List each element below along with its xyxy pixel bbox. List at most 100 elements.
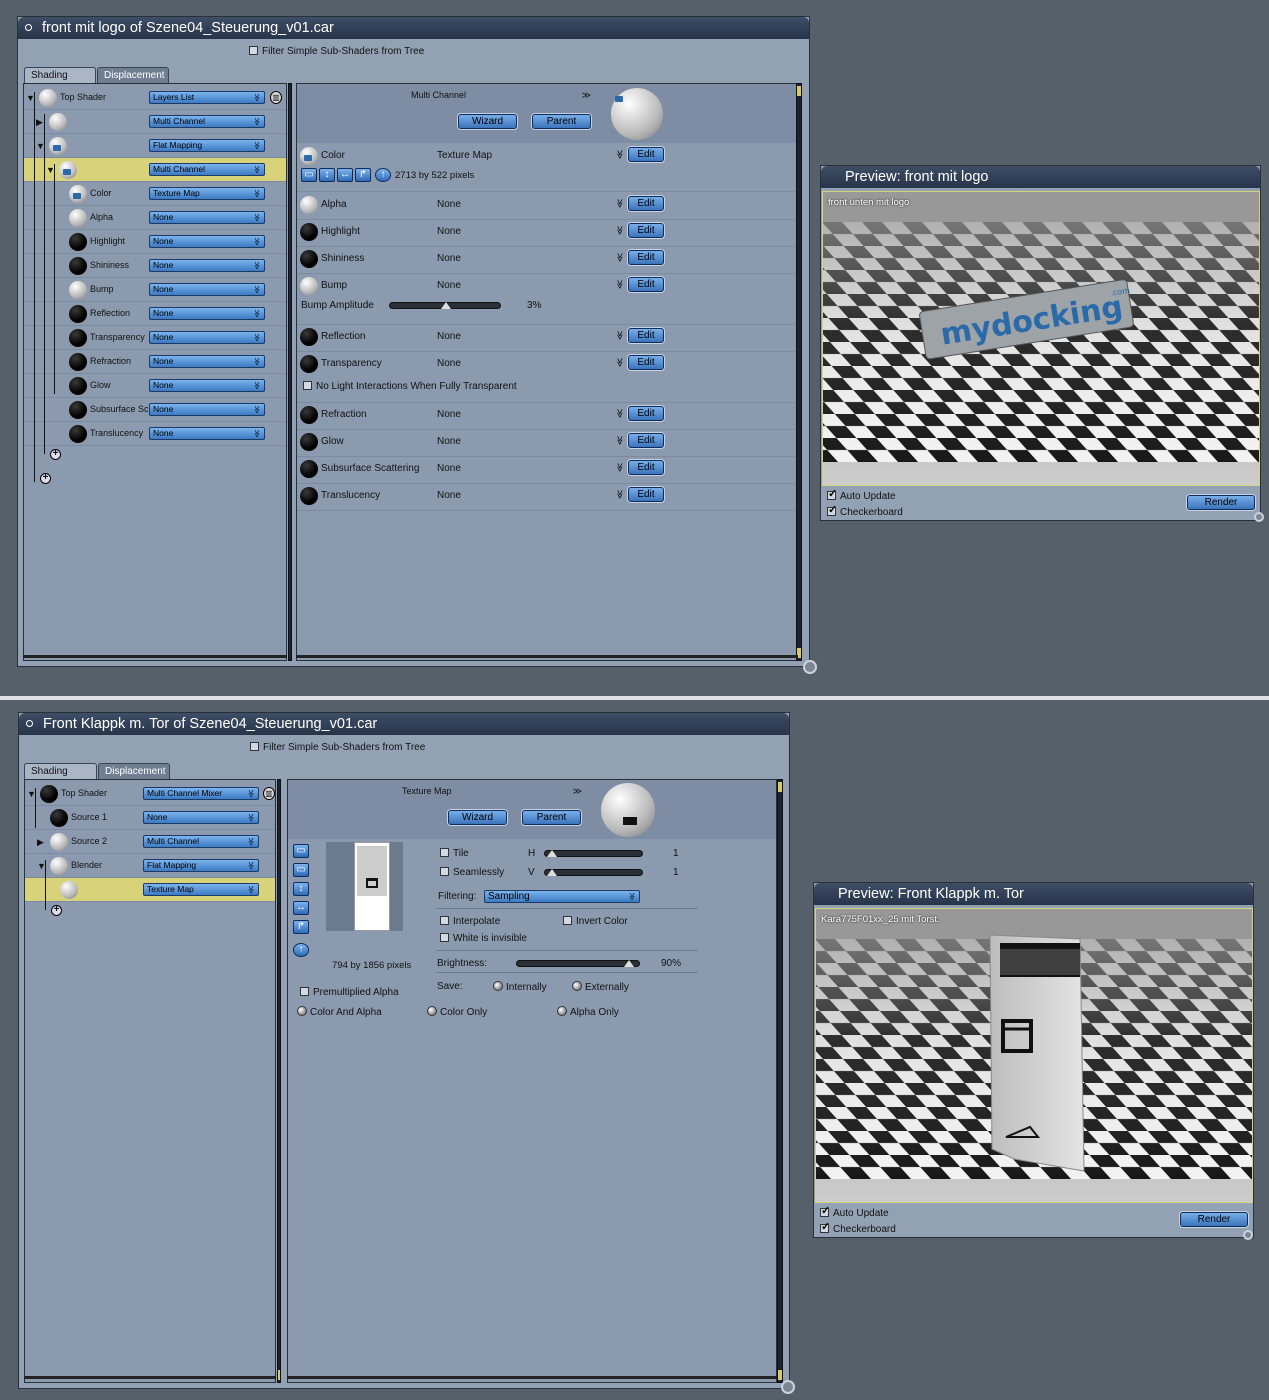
tree-node-dropdown[interactable]: None: [149, 427, 265, 440]
channel-label[interactable]: Shininess: [321, 253, 364, 264]
tree-node[interactable]: Reflection None: [24, 302, 286, 326]
resize-grip-icon[interactable]: [1254, 512, 1264, 522]
resize-grip-icon[interactable]: [803, 660, 817, 674]
edit-button[interactable]: Edit: [628, 250, 664, 265]
channel-label[interactable]: Highlight: [321, 226, 360, 237]
tab-shading[interactable]: Shading: [24, 763, 97, 779]
tree-node-label[interactable]: Bump: [90, 284, 114, 294]
shader-ball-icon[interactable]: [69, 185, 87, 203]
preview-title-bar[interactable]: Preview: Front Klappk m. Tor: [814, 883, 1253, 905]
expand-toggle-icon[interactable]: ▶: [36, 117, 43, 128]
dropdown-arrow-icon[interactable]: ≫: [614, 226, 625, 235]
tree-node[interactable]: Texture Map: [25, 878, 275, 902]
upload-icon[interactable]: ↑: [293, 943, 309, 957]
dropdown-arrow-icon[interactable]: ≫: [614, 436, 625, 445]
filter-checkbox[interactable]: Filter Simple Sub-Shaders from Tree: [250, 742, 425, 753]
shader-ball-icon[interactable]: [69, 305, 87, 323]
flip-horizontal-icon[interactable]: ↔: [293, 901, 309, 915]
tree-hscrollbar[interactable]: [24, 1376, 276, 1379]
channel-label[interactable]: Alpha: [321, 199, 347, 210]
channel-ball-icon[interactable]: [300, 460, 318, 478]
tree-node-dropdown[interactable]: None: [149, 307, 265, 320]
shader-ball-icon[interactable]: [69, 329, 87, 347]
channel-row[interactable]: Transparency None ≫ Edit: [297, 352, 797, 403]
tree-node[interactable]: ▼Top ShaderLayers List▥: [24, 86, 286, 110]
channel-value-dropdown[interactable]: None: [437, 199, 627, 210]
channel-row[interactable]: Shininess None ≫ Edit: [297, 247, 797, 274]
channel-row[interactable]: Refraction None ≫ Edit: [297, 403, 797, 430]
tree-node-dropdown[interactable]: None: [149, 283, 265, 296]
resize-grip-icon[interactable]: [781, 1380, 795, 1394]
channel-value-dropdown[interactable]: None: [437, 253, 627, 264]
tree-node-dropdown[interactable]: None: [149, 211, 265, 224]
dropdown-arrow-icon[interactable]: ≫: [614, 280, 625, 289]
render-button[interactable]: Render: [1180, 1212, 1248, 1227]
checkerboard-checkbox[interactable]: Checkerboard: [820, 1220, 896, 1235]
tree-node-label[interactable]: Source 1: [71, 812, 107, 822]
channel-value-dropdown[interactable]: None: [437, 463, 627, 474]
flip-vertical-icon[interactable]: ↕: [293, 882, 309, 896]
channel-ball-icon[interactable]: [300, 196, 318, 214]
edit-button[interactable]: Edit: [628, 223, 664, 238]
tree-line[interactable]: [35, 788, 36, 828]
tree-node-label[interactable]: Blender: [71, 860, 102, 870]
channel-label[interactable]: Color: [321, 150, 345, 161]
alpha-only-radio[interactable]: Alpha Only: [557, 1006, 619, 1018]
channel-ball-icon[interactable]: [300, 487, 318, 505]
tree-node[interactable]: Transparency None: [24, 326, 286, 350]
wizard-button[interactable]: Wizard: [458, 114, 517, 129]
tree-node[interactable]: Highlight None: [24, 230, 286, 254]
dropdown-arrow-icon[interactable]: ≫: [614, 253, 625, 262]
tree-node-label[interactable]: Top Shader: [60, 92, 106, 102]
tree-node-dropdown[interactable]: Flat Mapping: [143, 859, 259, 872]
channel-value-dropdown[interactable]: None: [437, 331, 627, 342]
rotate-icon[interactable]: ↱: [355, 168, 371, 182]
rotate-icon[interactable]: ↱: [293, 920, 309, 934]
channel-value-dropdown[interactable]: None: [437, 490, 627, 501]
channel-ball-icon[interactable]: [300, 147, 318, 165]
seamlessly-checkbox[interactable]: Seamlessly: [440, 867, 504, 878]
tree-node-dropdown[interactable]: Layers List: [149, 91, 265, 104]
tree-node[interactable]: ▼ Blender Flat Mapping: [25, 854, 275, 878]
window-close-icon[interactable]: [26, 720, 33, 727]
shader-ball-icon[interactable]: [49, 113, 67, 131]
tree-node-label[interactable]: Alpha: [90, 212, 113, 222]
shader-ball-icon[interactable]: [69, 233, 87, 251]
channel-ball-icon[interactable]: [300, 355, 318, 373]
edit-button[interactable]: Edit: [628, 487, 664, 502]
channel-label[interactable]: Refraction: [321, 409, 367, 420]
shader-ball-icon[interactable]: [49, 137, 67, 155]
edit-button[interactable]: Edit: [628, 147, 664, 162]
edit-button[interactable]: Edit: [628, 328, 664, 343]
dropdown-arrow-icon[interactable]: ≫: [614, 358, 625, 367]
shader-ball-icon[interactable]: [69, 425, 87, 443]
tree-node-dropdown[interactable]: None: [143, 811, 259, 824]
channel-label[interactable]: Subsurface Scattering: [321, 463, 419, 474]
channel-row[interactable]: Color Texture Map ≫ Edit: [297, 144, 797, 192]
dropdown-arrow-icon[interactable]: ≫: [614, 490, 625, 499]
edit-button[interactable]: Edit: [628, 355, 664, 370]
tree-hscrollbar[interactable]: [23, 655, 287, 658]
shader-ball-icon[interactable]: [40, 785, 58, 803]
tree-line[interactable]: [44, 114, 45, 454]
tree-node[interactable]: ▶ Source 2 Multi Channel: [25, 830, 275, 854]
dropdown-arrow-icon[interactable]: ≫: [614, 463, 625, 472]
shader-type-dropdown[interactable]: Texture Map ≫: [402, 786, 582, 796]
tree-node-dropdown[interactable]: None: [149, 235, 265, 248]
shader-ball-icon[interactable]: [69, 257, 87, 275]
upload-icon[interactable]: ↑: [375, 168, 391, 182]
tile-h-slider[interactable]: [544, 850, 643, 857]
shader-type-dropdown[interactable]: Multi Channel ≫: [411, 90, 591, 100]
tree-scrollbar[interactable]: [277, 779, 281, 1383]
add-node-icon[interactable]: +: [51, 905, 62, 916]
tree-node-dropdown[interactable]: None: [149, 403, 265, 416]
tree-node[interactable]: ▼ Flat Mapping: [24, 134, 286, 158]
channel-ball-icon[interactable]: [300, 223, 318, 241]
resize-grip-icon[interactable]: [1243, 1230, 1253, 1240]
shader-ball-icon[interactable]: [50, 809, 68, 827]
tab-shading[interactable]: Shading: [24, 67, 96, 83]
channel-row[interactable]: Alpha None ≫ Edit: [297, 193, 797, 220]
delete-icon[interactable]: ▥: [263, 787, 275, 800]
edit-button[interactable]: Edit: [628, 460, 664, 475]
expand-toggle-icon[interactable]: ▶: [37, 837, 44, 848]
